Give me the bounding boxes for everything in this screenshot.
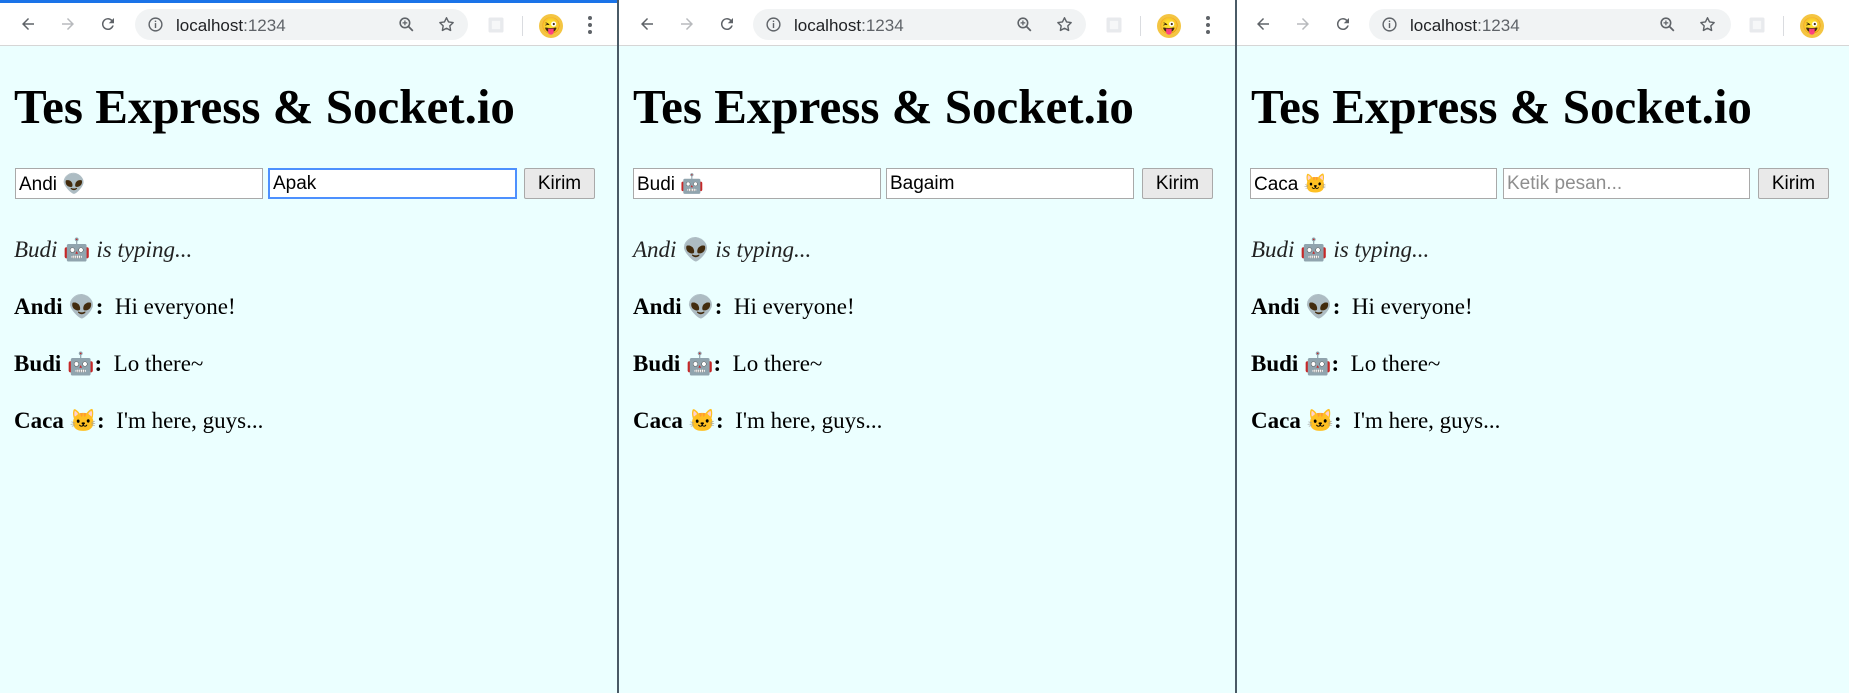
back-button[interactable] bbox=[16, 12, 40, 36]
reload-icon bbox=[101, 18, 114, 31]
chat-message: Budi 🤖: Lo there~ bbox=[14, 351, 204, 376]
alien-emoji: 👽 bbox=[682, 237, 710, 262]
browser-windows: localhost:1234 😜 Tes Express & Socket.io… bbox=[0, 0, 1849, 693]
star-icon[interactable] bbox=[437, 15, 456, 34]
page-title: Tes Express & Socket.io bbox=[1251, 79, 1752, 134]
send-button[interactable]: Kirim bbox=[1758, 168, 1829, 199]
send-button[interactable]: Kirim bbox=[524, 168, 595, 199]
toolbar-divider bbox=[1140, 16, 1141, 36]
chat-message: Budi 🤖: Lo there~ bbox=[633, 351, 823, 376]
chat-message: Budi 🤖: Lo there~ bbox=[1251, 351, 1441, 376]
url-text: localhost:1234 bbox=[1410, 16, 1520, 35]
browser-toolbar: localhost:1234 😜 bbox=[619, 0, 1235, 46]
reload-button[interactable] bbox=[715, 12, 739, 36]
page-title: Tes Express & Socket.io bbox=[633, 79, 1134, 134]
toolbar-divider bbox=[522, 16, 523, 36]
alien-emoji: 👽 bbox=[687, 294, 715, 319]
kebab-menu-icon[interactable] bbox=[1205, 15, 1211, 35]
arrow-left-icon bbox=[641, 18, 653, 30]
url-text: localhost:1234 bbox=[176, 16, 286, 35]
send-button[interactable]: Kirim bbox=[1142, 168, 1213, 199]
chat-message: Caca 🐱: I'm here, guys... bbox=[633, 408, 883, 433]
reload-button[interactable] bbox=[96, 12, 120, 36]
robot-emoji: 🤖 bbox=[1300, 237, 1328, 262]
page-content: Tes Express & Socket.io Kirim Budi 🤖 is … bbox=[0, 46, 617, 435]
name-input[interactable] bbox=[15, 168, 263, 199]
page-title: Tes Express & Socket.io bbox=[14, 79, 515, 134]
reload-icon bbox=[720, 18, 733, 31]
robot-emoji: 🤖 bbox=[67, 351, 95, 376]
url-text: localhost:1234 bbox=[794, 16, 904, 35]
arrow-right-icon bbox=[681, 18, 693, 30]
robot-emoji: 🤖 bbox=[686, 351, 714, 376]
address-bar[interactable]: localhost:1234 bbox=[753, 9, 1086, 40]
chat-form: Kirim bbox=[633, 168, 1221, 202]
zoom-icon[interactable] bbox=[1015, 15, 1034, 34]
message-input[interactable] bbox=[886, 168, 1134, 199]
back-button[interactable] bbox=[635, 12, 659, 36]
profile-avatar[interactable]: 😜 bbox=[1157, 14, 1181, 38]
message-input[interactable] bbox=[1503, 168, 1750, 199]
cat-emoji: 🐱 bbox=[688, 408, 716, 433]
extension-icon[interactable] bbox=[1104, 15, 1124, 35]
profile-avatar[interactable]: 😜 bbox=[1800, 14, 1824, 38]
back-button[interactable] bbox=[1251, 12, 1275, 36]
zoom-icon[interactable] bbox=[1658, 15, 1677, 34]
reload-button[interactable] bbox=[1331, 12, 1355, 36]
star-icon[interactable] bbox=[1055, 15, 1074, 34]
name-input[interactable] bbox=[1250, 168, 1497, 199]
chat-message: Andi 👽: Hi everyone! bbox=[1251, 294, 1473, 319]
extension-icon[interactable] bbox=[1747, 15, 1767, 35]
browser-toolbar: localhost:1234 😜 bbox=[0, 0, 617, 46]
address-bar[interactable]: localhost:1234 bbox=[135, 9, 468, 40]
chat-form: Kirim bbox=[14, 168, 603, 202]
arrow-right-icon bbox=[62, 18, 74, 30]
page-content: Tes Express & Socket.io Kirim Budi 🤖 is … bbox=[1237, 46, 1849, 435]
chat-message: Caca 🐱: I'm here, guys... bbox=[1251, 408, 1501, 433]
arrow-left-icon bbox=[22, 18, 34, 30]
typing-indicator: Budi 🤖 is typing... bbox=[14, 237, 193, 262]
address-bar[interactable]: localhost:1234 bbox=[1369, 9, 1731, 40]
typing-indicator: Budi 🤖 is typing... bbox=[1251, 237, 1430, 262]
kebab-menu-icon[interactable] bbox=[587, 15, 593, 35]
robot-emoji: 🤖 bbox=[1304, 351, 1332, 376]
forward-button[interactable] bbox=[675, 12, 699, 36]
browser-window-caca: localhost:1234 😜 Tes Express & Socket.io… bbox=[1237, 0, 1849, 693]
chat-message: Andi 👽: Hi everyone! bbox=[14, 294, 236, 319]
typing-indicator: Andi 👽 is typing... bbox=[633, 237, 812, 262]
cat-emoji: 🐱 bbox=[69, 408, 97, 433]
forward-button[interactable] bbox=[1291, 12, 1315, 36]
profile-avatar[interactable]: 😜 bbox=[539, 14, 563, 38]
arrow-right-icon bbox=[1297, 18, 1309, 30]
browser-window-budi: localhost:1234 😜 Tes Express & Socket.io… bbox=[619, 0, 1237, 693]
info-icon[interactable] bbox=[147, 16, 164, 33]
robot-emoji: 🤖 bbox=[63, 237, 91, 262]
chat-message: Andi 👽: Hi everyone! bbox=[633, 294, 855, 319]
arrow-left-icon bbox=[1257, 18, 1269, 30]
name-input[interactable] bbox=[633, 168, 881, 199]
extension-icon[interactable] bbox=[486, 15, 506, 35]
forward-button[interactable] bbox=[56, 12, 80, 36]
info-icon[interactable] bbox=[1381, 16, 1398, 33]
message-input[interactable] bbox=[268, 168, 517, 199]
chat-message: Caca 🐱: I'm here, guys... bbox=[14, 408, 264, 433]
toolbar-divider bbox=[1783, 16, 1784, 36]
star-icon[interactable] bbox=[1698, 15, 1717, 34]
reload-icon bbox=[1336, 18, 1349, 31]
info-icon[interactable] bbox=[765, 16, 782, 33]
page-content: Tes Express & Socket.io Kirim Andi 👽 is … bbox=[619, 46, 1235, 435]
alien-emoji: 👽 bbox=[68, 294, 96, 319]
browser-toolbar: localhost:1234 😜 bbox=[1237, 0, 1849, 46]
cat-emoji: 🐱 bbox=[1306, 408, 1334, 433]
zoom-icon[interactable] bbox=[397, 15, 416, 34]
alien-emoji: 👽 bbox=[1305, 294, 1333, 319]
chat-form: Kirim bbox=[1250, 168, 1835, 202]
browser-window-andi: localhost:1234 😜 Tes Express & Socket.io… bbox=[0, 0, 619, 693]
